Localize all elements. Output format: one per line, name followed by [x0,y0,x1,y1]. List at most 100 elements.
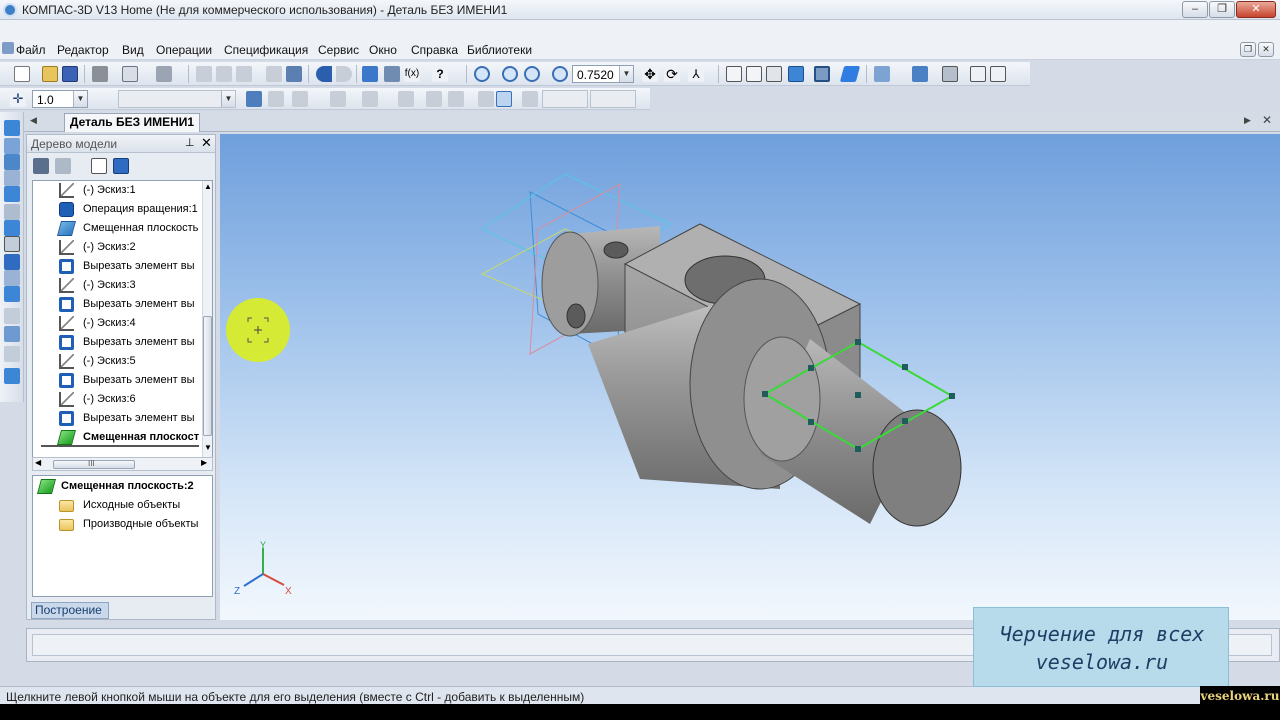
tab-scroll-right-icon[interactable]: ▶ [1244,115,1251,126]
dimensions-icon[interactable] [4,204,20,220]
coordinate-system-icon[interactable] [246,91,262,107]
chevron-down-icon[interactable]: ▼ [221,91,235,107]
tab-close-icon[interactable]: ✕ [1262,113,1272,127]
manager-icon[interactable] [362,66,378,82]
function-icon[interactable]: f(x) [404,66,420,82]
angle-icon[interactable] [448,91,464,107]
report-icon[interactable] [970,66,986,82]
tab-scroll-left-icon[interactable]: ◀ [30,115,37,126]
doc-close-button[interactable]: ✕ [1258,42,1274,57]
pan-icon[interactable]: ✥ [642,66,658,82]
menu-specification[interactable]: Спецификация [224,43,308,57]
step-combo[interactable]: 1.0 ▼ [32,90,88,108]
library-icon[interactable] [384,66,400,82]
tree-order-icon[interactable] [55,158,71,174]
grid-icon[interactable] [362,91,378,107]
undo-icon[interactable] [316,66,332,82]
planes-icon[interactable] [4,326,20,342]
tree-horizontal-scrollbar[interactable]: ◀ III ▶ [32,457,213,471]
tree-split-icon[interactable] [113,158,129,174]
hidden-lines-icon[interactable] [746,66,762,82]
curves-icon[interactable] [4,308,20,324]
wireframe-icon[interactable] [726,66,742,82]
scroll-down-icon[interactable]: ▼ [204,443,212,452]
axes-icon[interactable] [4,346,20,362]
rotate-icon[interactable]: ⟳ [664,66,680,82]
snap-grid-icon[interactable]: ✛ [10,91,26,107]
perspective-icon[interactable] [839,66,861,82]
menu-help[interactable]: Справка [411,43,458,57]
filter-icon[interactable] [874,66,890,82]
edit-sketch-icon[interactable] [268,91,284,107]
variables-icon[interactable] [286,66,302,82]
minimize-button[interactable]: ‒ [1182,1,1208,18]
thin-hidden-icon[interactable] [766,66,782,82]
open-folder-icon[interactable] [42,66,58,82]
tree-item[interactable]: Вырезать элемент вы [33,295,203,314]
scroll-right-icon[interactable]: ▶ [201,458,207,467]
shaded-icon[interactable] [788,66,804,82]
tab-document[interactable]: Деталь БЕЗ ИМЕНИ1 [64,113,200,132]
table-icon[interactable] [942,66,958,82]
model-viewport[interactable]: Y X Z [220,134,1280,620]
coord-x-field[interactable] [542,90,588,108]
arrays-icon[interactable] [4,170,20,186]
calc-icon[interactable] [990,66,1006,82]
auxiliary-geometry-icon[interactable] [4,138,20,154]
properties-icon[interactable] [156,66,172,82]
measure-icon[interactable] [912,66,928,82]
new-file-icon[interactable] [14,66,30,82]
save-icon[interactable] [62,66,78,82]
tree-item[interactable]: Вырезать элемент вы [33,333,203,352]
tree-structure-icon[interactable] [33,158,49,174]
menu-libraries[interactable]: Библиотеки [467,43,532,57]
panel-close-icon[interactable]: ✕ [201,135,212,151]
help-pointer-icon[interactable]: ? [432,66,448,82]
cursor-coords-icon[interactable] [522,91,538,107]
menu-file[interactable]: Файл [16,43,46,57]
copy-icon[interactable] [216,66,232,82]
report-panel-icon[interactable] [4,254,20,270]
selection-icon[interactable] [4,270,20,286]
scroll-left-icon[interactable]: ◀ [35,458,41,467]
scroll-up-icon[interactable]: ▲ [204,182,212,191]
tree-item[interactable]: (-) Эскиз:3 [33,276,203,295]
local-cs-icon[interactable] [398,91,414,107]
maximize-button[interactable]: ❐ [1209,1,1235,18]
pin-icon[interactable]: ⊥ [185,136,195,149]
format-painter-icon[interactable] [266,66,282,82]
assembly-icon[interactable] [4,368,20,384]
orient-normal-icon[interactable] [330,91,346,107]
paste-icon[interactable] [236,66,252,82]
tree-item[interactable]: Операция вращения:1 [33,200,203,219]
chevron-down-icon[interactable]: ▼ [619,66,633,82]
tree-item[interactable]: (-) Эскиз:4 [33,314,203,333]
coord-y-field[interactable] [590,90,636,108]
specification-icon[interactable] [4,236,20,252]
tree-item[interactable]: (-) Эскиз:5 [33,352,203,371]
zoom-all-icon[interactable] [474,66,490,82]
zoom-in-icon[interactable] [524,66,540,82]
menu-service[interactable]: Сервис [318,43,359,57]
edit-detail-icon[interactable] [4,120,20,136]
tree-item[interactable]: Смещенная плоскость [33,219,203,238]
props-root-item[interactable]: Смещенная плоскость:2 [33,477,211,496]
layer-combo[interactable]: ▼ [118,90,236,108]
menu-operations[interactable]: Операции [156,43,212,57]
print-icon[interactable] [92,66,108,82]
zoom-window-icon[interactable] [502,66,518,82]
cut-icon[interactable] [196,66,212,82]
redo-icon[interactable] [336,66,352,82]
document-menu-icon[interactable] [2,42,14,54]
zoom-scale-icon[interactable] [552,66,568,82]
snap-icon[interactable] [478,91,494,107]
attributes-icon[interactable] [4,286,20,302]
zoom-combo[interactable]: 0.7520 ▼ [572,65,634,83]
menu-view[interactable]: Вид [122,43,144,57]
tree-item[interactable]: (-) Эскиз:6 [33,390,203,409]
preview-icon[interactable] [122,66,138,82]
menu-edit[interactable]: Редактор [57,43,109,57]
props-derived-objects[interactable]: Производные объекты [33,515,211,534]
shaded-edges-icon[interactable] [814,66,830,82]
tree-item[interactable]: Вырезать элемент вы [33,409,203,428]
